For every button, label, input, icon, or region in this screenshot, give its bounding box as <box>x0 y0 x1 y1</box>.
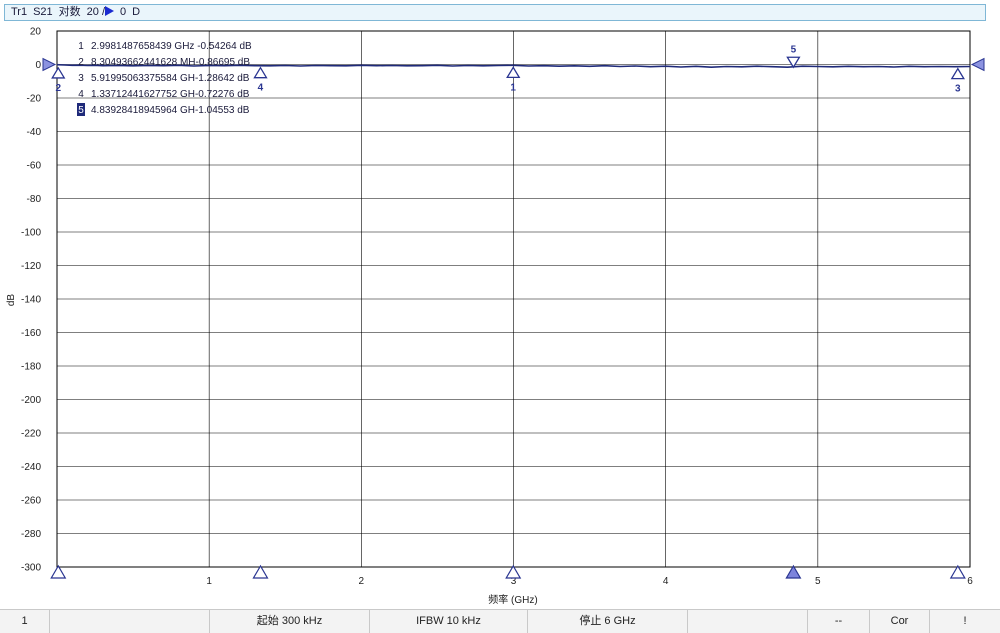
y-tick-label: -120 <box>21 261 41 272</box>
status-start-frequency[interactable]: 起始 300 kHz <box>210 610 370 633</box>
status-dashes: -- <box>808 610 870 633</box>
status-bar: 1 起始 300 kHz IFBW 10 kHz 停止 6 GHz -- Cor… <box>0 609 1000 633</box>
y-tick-label: -200 <box>21 395 41 406</box>
y-tick-label: -160 <box>21 328 41 339</box>
y-tick-label: -240 <box>21 462 41 473</box>
status-stop-frequency[interactable]: 停止 6 GHz <box>528 610 688 633</box>
readout-value: 2.9981487658439 GHz -0.54264 dB <box>91 41 252 52</box>
marker-x-position <box>949 564 966 579</box>
marker-triangle <box>950 67 965 80</box>
readout-value: 5.91995063375584 GH-1.28642 dB <box>91 73 250 84</box>
readout-id: 5 <box>78 105 84 116</box>
marker-x-position <box>505 564 522 579</box>
y-tick-label: 0 <box>35 60 41 71</box>
marker-x-position <box>50 564 67 579</box>
reference-arrow-right <box>970 57 985 72</box>
y-axis-label: dB <box>6 294 17 307</box>
status-correction[interactable]: Cor <box>870 610 930 633</box>
marker-label: 5 <box>791 44 797 55</box>
marker-triangle <box>253 66 268 79</box>
marker-x-position <box>785 564 802 579</box>
x-tick-label: 2 <box>359 576 365 587</box>
readout-id: 2 <box>78 57 84 68</box>
y-tick-label: -140 <box>21 295 41 306</box>
status-empty-2 <box>688 610 808 633</box>
marker-readout-table: 1 2.9981487658439 GHz -0.54264 dB 2 8.30493… <box>77 41 252 116</box>
reference-arrow-left <box>42 57 57 72</box>
marker-triangle <box>506 66 521 79</box>
marker-label: 1 <box>510 82 516 93</box>
x-tick-label: 6 <box>967 576 973 587</box>
x-tick-label: 1 <box>206 576 212 587</box>
readout-id: 1 <box>78 41 84 52</box>
s21-chart: 20 0 -20 -40 -60 -80 -100 -120 -140 -160 -180 -200 -… <box>6 27 985 606</box>
readout-id: 4 <box>78 89 84 100</box>
y-tick-label: 20 <box>30 27 42 38</box>
marker-label: 4 <box>258 83 264 94</box>
y-tick-label: -40 <box>27 127 42 138</box>
x-axis-ticks: 123456 <box>206 576 973 587</box>
readout-value: 4.83928418945964 GH-1.04553 dB <box>91 105 250 116</box>
y-tick-label: -100 <box>21 228 41 239</box>
marker-label: 2 <box>55 83 61 94</box>
y-tick-label: -300 <box>21 563 41 574</box>
y-tick-label: -20 <box>27 94 42 105</box>
status-channel[interactable]: 1 <box>0 610 50 633</box>
x-tick-label: 4 <box>663 576 669 587</box>
x-axis-label: 频率 (GHz) <box>488 593 537 606</box>
y-tick-label: -280 <box>21 529 41 540</box>
y-tick-label: -260 <box>21 496 41 507</box>
status-ifbw[interactable]: IFBW 10 kHz <box>370 610 528 633</box>
marker-x-position <box>252 564 269 579</box>
status-empty-1 <box>50 610 210 633</box>
y-tick-label: -220 <box>21 429 41 440</box>
x-tick-label: 5 <box>815 576 821 587</box>
marker-label: 3 <box>955 84 961 95</box>
status-warning: ! <box>963 615 967 627</box>
y-axis-ticks: 20 0 -20 -40 -60 -80 -100 -120 -140 -160 -180 -200 -… <box>21 27 41 574</box>
readout-value: 8.30493662441628 MH-0.86695 dB <box>91 57 250 68</box>
readout-id: 3 <box>78 73 84 84</box>
marker-triangle <box>51 66 66 79</box>
readout-value: 1.33712441627752 GH-0.72276 dB <box>91 89 250 100</box>
y-tick-label: -180 <box>21 362 41 373</box>
y-tick-label: -80 <box>27 194 42 205</box>
y-tick-label: -60 <box>27 161 42 172</box>
